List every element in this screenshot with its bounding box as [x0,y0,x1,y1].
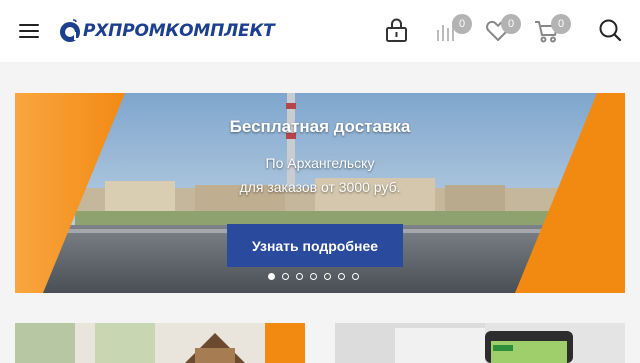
slider-dot[interactable] [296,273,303,280]
house-photo-image [15,323,305,363]
slider-pagination [268,273,359,282]
slider-dot[interactable] [352,273,359,280]
lock-icon [386,18,407,42]
hamburger-menu-icon[interactable] [19,22,39,40]
cart-button[interactable]: 0 [533,14,571,46]
banner-subtitle-line2: для заказов от 3000 руб. [239,179,401,195]
search-button[interactable] [596,16,626,46]
slider-dot[interactable] [324,273,331,280]
category-card-device[interactable] [335,323,625,363]
compare-count-badge: 0 [452,14,472,34]
favorites-button[interactable]: 0 [483,14,521,46]
banner-title: Бесплатная доставка [229,117,411,136]
search-icon [599,19,622,42]
account-button[interactable] [382,16,412,46]
slider-dot[interactable] [268,273,275,280]
learn-more-button[interactable]: Узнать подробнее [227,224,403,267]
category-card-house[interactable] [15,323,305,363]
slider-dot[interactable] [282,273,289,280]
slider-dot[interactable] [338,273,345,280]
cart-count-badge: 0 [551,14,571,34]
slider-dot[interactable] [310,273,317,280]
logo-mark-icon [60,19,80,42]
device-photo-image [335,323,625,363]
favorites-count-badge: 0 [501,14,521,34]
site-logo[interactable]: РХПРОМКОМПЛЕКТ [58,15,275,47]
site-header: РХПРОМКОМПЛЕКТ 0 0 0 [0,0,640,62]
compare-button[interactable]: 0 [434,14,472,46]
logo-text: РХПРОМКОМПЛЕКТ [83,21,275,41]
banner-subtitle-line1: По Архангельску [265,155,375,171]
